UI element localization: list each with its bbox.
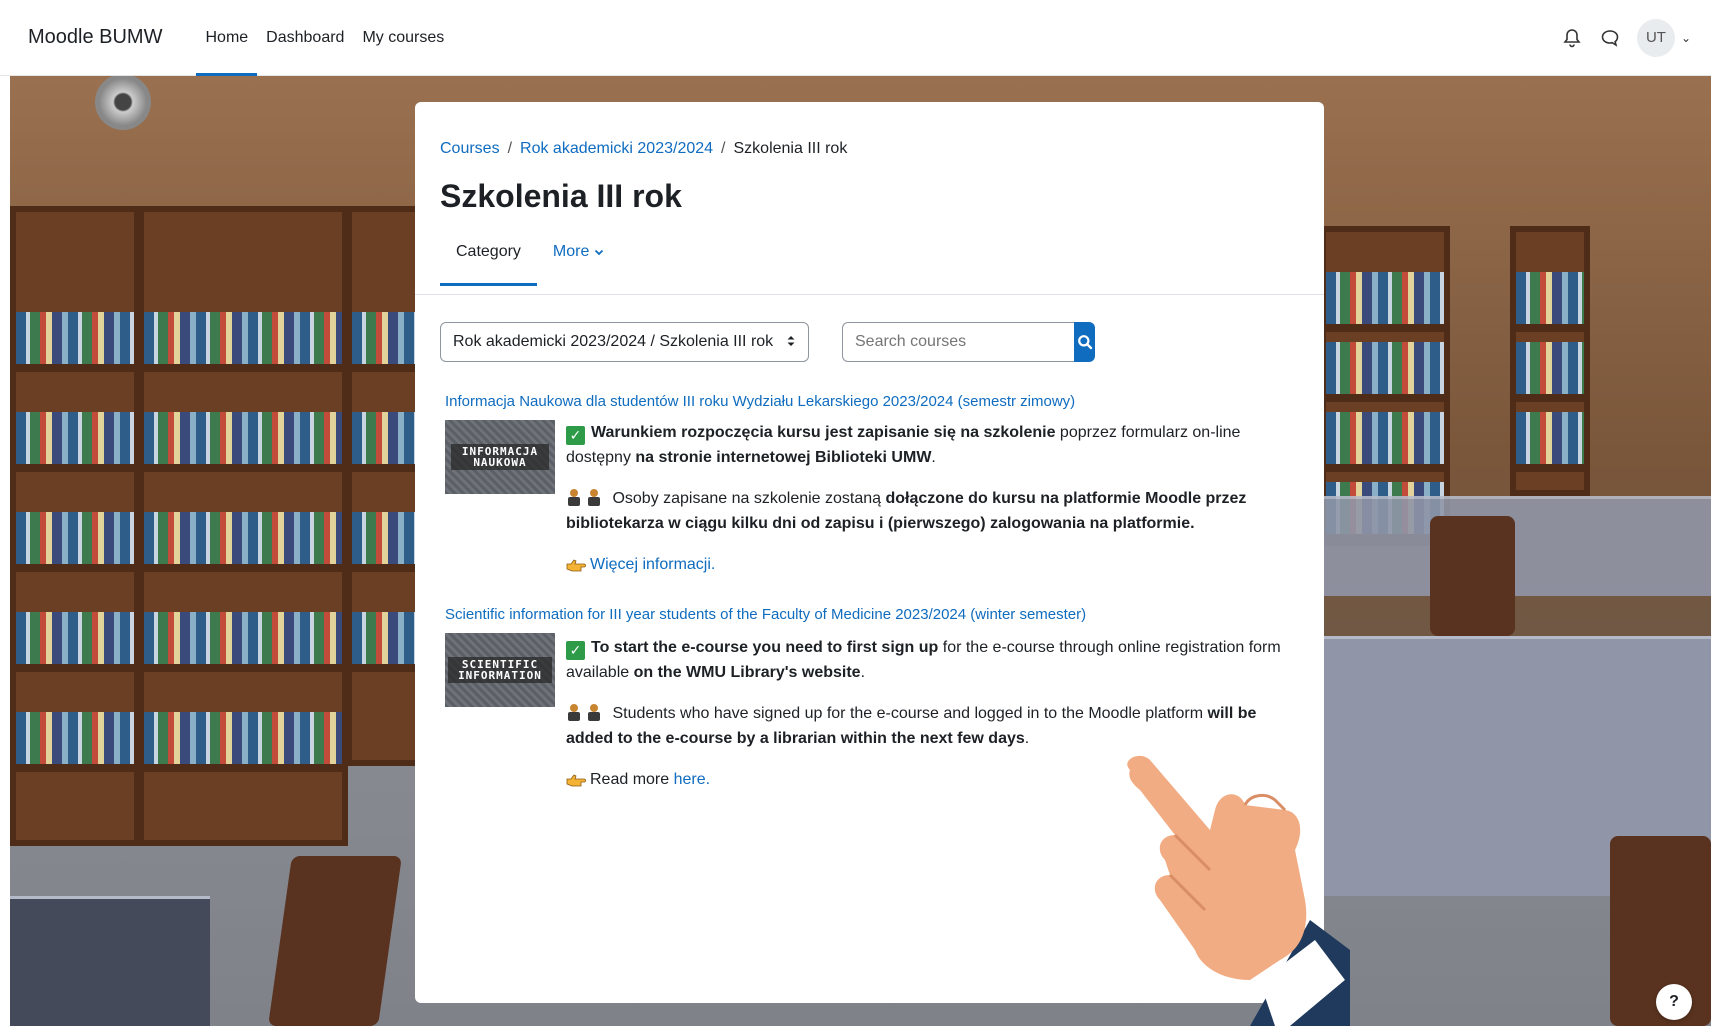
course-summary: ✓ Warunkiem rozpoczęcia kursu jest zapisa… [566,424,1247,573]
reading-table [1324,496,1711,596]
user-avatar[interactable]: UT [1636,18,1675,57]
tab-category[interactable]: Category [440,232,537,286]
category-select[interactable]: Rok akademicki 2023/2024 / Szkolenia III… [440,322,809,362]
pointing-hand-illustration-icon [1127,755,1350,1026]
students-icon [568,489,600,506]
nav-my-courses[interactable]: My courses [353,0,453,76]
course-image-text: INFORMACJA NAUKOWA [451,444,549,470]
more-info-link[interactable]: Więcej informacji. [590,556,715,573]
nav-dashboard[interactable]: Dashboard [257,0,353,76]
ceiling-lamp-icon [95,76,151,130]
user-navigation: UT ⌄ [1561,18,1691,57]
secondary-navigation: Category More [440,232,621,286]
breadcrumb-current: Szkolenia III rok [733,140,848,157]
course-title-link[interactable]: Informacja Naukowa dla studentów III rok… [445,393,1075,410]
bookshelf [138,206,348,846]
bookshelf [1510,226,1590,496]
page-title: Szkolenia III rok [440,178,682,214]
chevron-down-icon[interactable]: ⌄ [1681,31,1691,45]
course-item: Informacja Naukowa dla studentów III rok… [445,393,1246,573]
chair [268,856,402,1026]
chat-bubble-icon[interactable] [1599,27,1621,49]
bookshelf [346,206,426,766]
tab-more[interactable]: More [537,232,621,272]
course-title-link[interactable]: Scientific information for III year stud… [445,606,1086,623]
breadcrumb-separator: / [507,140,513,157]
bookshelf [10,206,140,846]
course-item: Scientific information for III year stud… [445,606,1281,788]
bell-icon[interactable] [1561,27,1583,49]
chevron-down-icon [595,249,604,256]
course-image[interactable]: INFORMACJA NAUKOWA [445,420,555,494]
select-arrows-icon [786,334,796,351]
check-mark-icon: ✓ [566,426,585,445]
help-button[interactable]: ? [1656,984,1692,1020]
course-image-text: SCIENTIFIC INFORMATION [448,657,552,683]
category-select-value: Rok akademicki 2023/2024 / Szkolenia III… [453,333,774,350]
tab-more-label: More [552,243,590,260]
students-icon [568,704,600,721]
course-search-form [842,322,1095,362]
breadcrumb-courses[interactable]: Courses [440,140,500,158]
search-icon [1077,335,1092,350]
tab-divider [415,294,1324,295]
course-image[interactable]: SCIENTIFIC INFORMATION [445,633,555,707]
search-input[interactable] [842,322,1074,362]
read-more-link[interactable]: here. [674,771,710,788]
breadcrumb-separator: / [721,140,726,157]
nav-home[interactable]: Home [196,0,257,76]
primary-navigation: Home Dashboard My courses [196,0,453,76]
pointing-hand-icon [566,774,586,787]
pointing-hand-icon [566,559,586,572]
breadcrumb: Courses / Rok akademicki 2023/2024 / Szk… [440,140,847,158]
navbar: Moodle BUMW Home Dashboard My courses UT… [0,0,1711,76]
chair [1430,516,1515,636]
breadcrumb-academic-year[interactable]: Rok akademicki 2023/2024 [520,140,713,158]
check-mark-icon: ✓ [566,641,585,660]
search-button[interactable] [1074,322,1095,362]
reading-table [10,896,210,1026]
site-brand[interactable]: Moodle BUMW [28,26,162,49]
